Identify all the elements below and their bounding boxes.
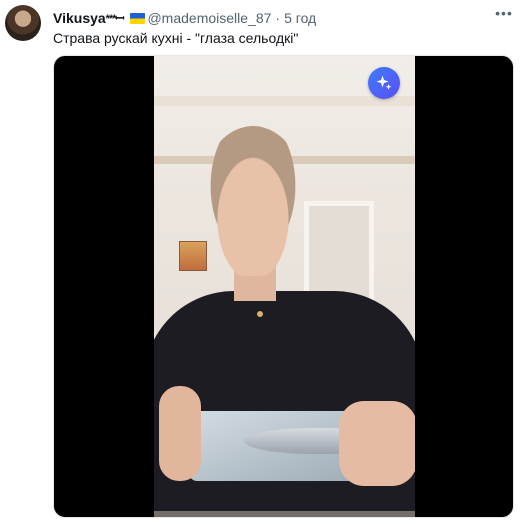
display-name[interactable]: Vikusya: [53, 10, 106, 26]
video-frame: [154, 56, 415, 517]
tweet: Vikusya ***ꟷ̶ @mademoiselle_87 · 5 год •…: [0, 0, 522, 525]
ukraine-flag-icon: [130, 12, 146, 24]
timestamp[interactable]: 5 год: [284, 10, 316, 26]
name-suffix: ***ꟷ̶: [105, 12, 125, 25]
person-head: [199, 126, 307, 276]
more-options-icon[interactable]: •••: [494, 4, 514, 24]
wall-picture: [179, 241, 207, 271]
tweet-header: Vikusya ***ꟷ̶ @mademoiselle_87 · 5 год: [53, 8, 512, 28]
left-hand: [159, 386, 201, 481]
separator-dot: ·: [275, 10, 281, 26]
ceiling-band: [154, 96, 415, 106]
right-hand: [339, 401, 415, 486]
avatar[interactable]: [5, 5, 41, 41]
tweet-text: Страва рускай кухні - "глаза сельодкі": [53, 30, 299, 46]
necklace-pendant: [257, 311, 263, 317]
user-handle[interactable]: @mademoiselle_87: [147, 10, 271, 26]
video-media[interactable]: [53, 55, 514, 518]
sparkle-icon[interactable]: [368, 67, 400, 99]
sparkle-glyph: [376, 75, 392, 90]
